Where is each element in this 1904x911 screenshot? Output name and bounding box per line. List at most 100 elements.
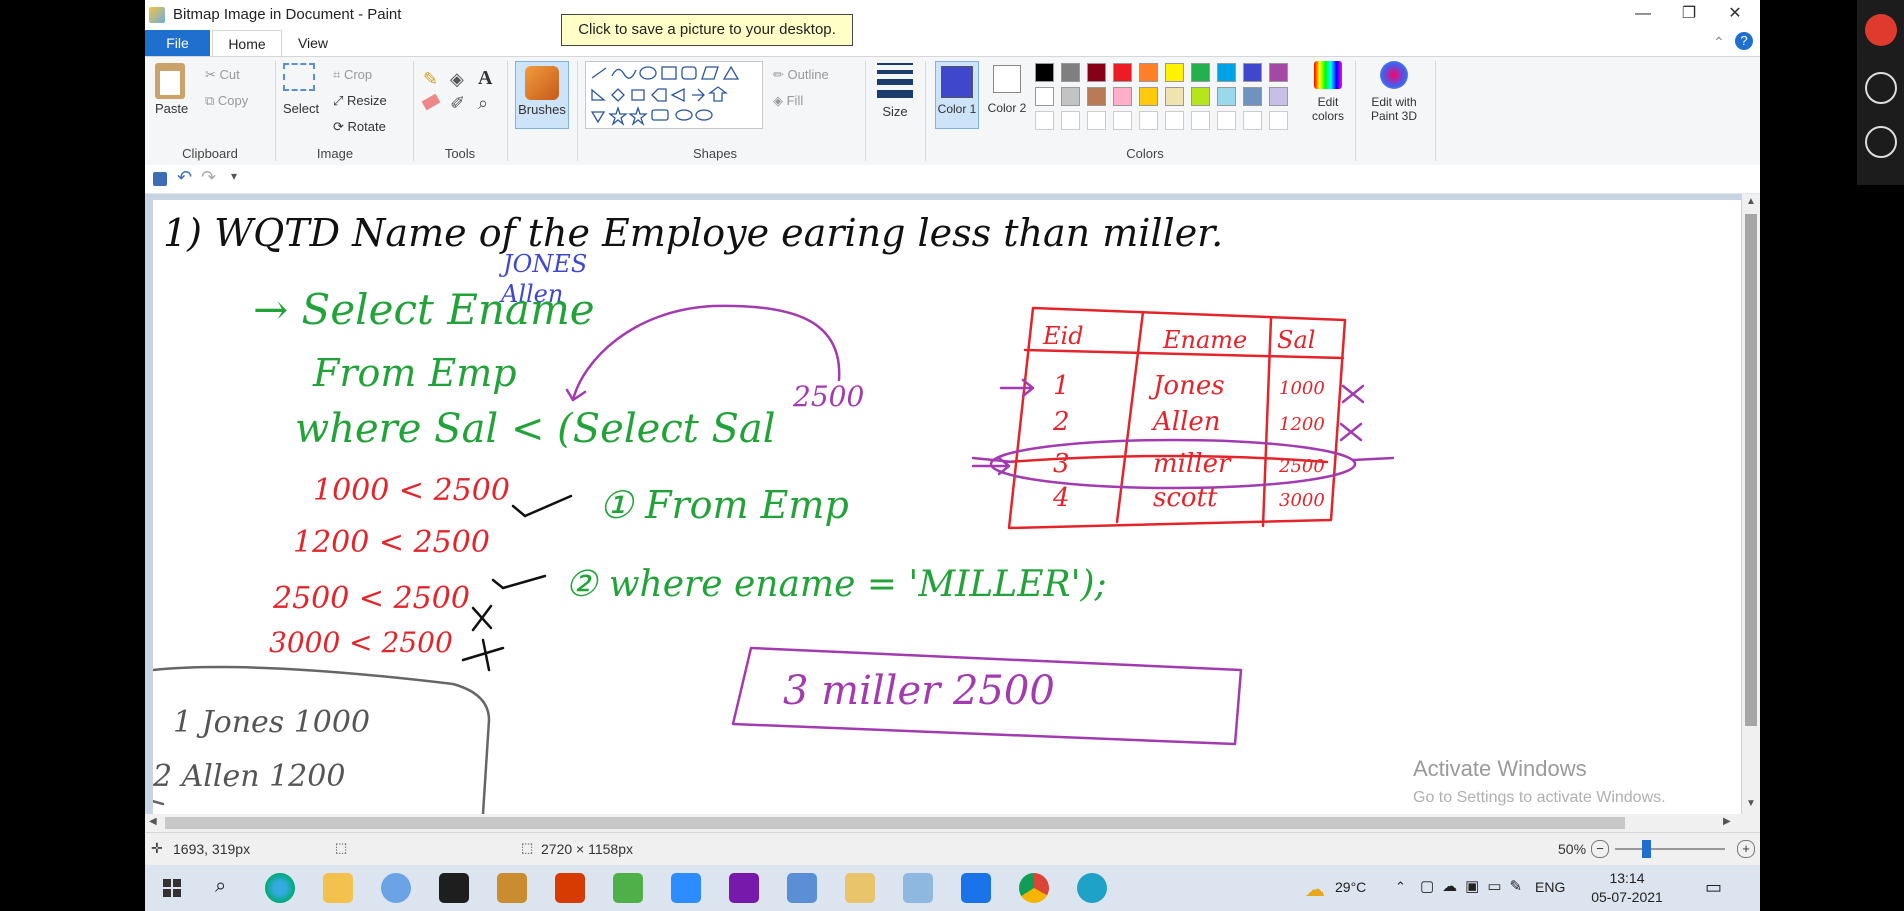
palette-swatch[interactable] (1269, 87, 1288, 106)
palette-swatch[interactable] (1113, 87, 1132, 106)
edge-icon[interactable] (265, 873, 295, 903)
color2-button[interactable]: Color 2 (985, 61, 1029, 129)
drawing-canvas[interactable]: 1) WQTD Name of the Employe earing less … (153, 200, 1741, 814)
raise-hand-icon[interactable] (1865, 126, 1897, 158)
cut-button[interactable]: ✂ Cut (205, 67, 240, 83)
palette-swatch[interactable] (1243, 111, 1262, 130)
copy-button[interactable]: ⧉ Copy (205, 93, 248, 109)
scroll-thumb[interactable] (1745, 214, 1757, 726)
chrome-icon[interactable] (381, 873, 411, 903)
redo-icon[interactable]: ↷ (201, 167, 216, 188)
color-picker-icon[interactable]: ✐ (450, 93, 465, 114)
help-icon[interactable]: ? (1735, 32, 1753, 50)
undo-icon[interactable]: ↶ (177, 167, 192, 188)
palette-swatch[interactable] (1165, 111, 1184, 130)
customize-qat-icon[interactable]: ▾ (231, 169, 237, 183)
text-icon[interactable]: A (478, 67, 492, 90)
photos-icon[interactable] (787, 873, 817, 903)
app-icon[interactable] (613, 873, 643, 903)
tray-chevron-icon[interactable]: ⌃ (1395, 879, 1406, 895)
language-indicator[interactable]: ENG (1535, 879, 1565, 895)
palette-swatch[interactable] (1243, 87, 1262, 106)
palette-swatch[interactable] (1243, 63, 1262, 82)
visualize-icon[interactable] (961, 873, 991, 903)
notification-icon[interactable]: ▭ (1705, 877, 1722, 898)
palette-swatch[interactable] (1087, 111, 1106, 130)
zoom-out-button[interactable]: − (1591, 840, 1609, 858)
palette-swatch[interactable] (1113, 63, 1132, 82)
palette-swatch[interactable] (1269, 111, 1288, 130)
paste-button[interactable]: Paste (155, 63, 191, 116)
scroll-thumb[interactable] (165, 817, 1625, 829)
notepad-icon[interactable] (903, 873, 933, 903)
color-palette[interactable] (1035, 63, 1305, 135)
terminal-icon[interactable] (439, 873, 469, 903)
search-icon[interactable]: ⌕ (215, 875, 226, 898)
collapse-ribbon-icon[interactable]: ⌃ (1713, 34, 1725, 51)
zoom-in-button[interactable]: + (1737, 840, 1755, 858)
color1-button[interactable]: Color 1 (935, 61, 979, 129)
windows-start-icon[interactable] (163, 879, 181, 897)
rotate-button[interactable]: ⟳ Rotate (333, 119, 386, 135)
palette-swatch[interactable] (1217, 111, 1236, 130)
zoom-icon[interactable] (671, 873, 701, 903)
zoom-slider-thumb[interactable] (1642, 840, 1651, 858)
shapes-gallery[interactable] (585, 61, 763, 129)
fill-icon[interactable]: ◈ (450, 69, 464, 90)
paint-icon[interactable] (845, 873, 875, 903)
scroll-down-icon[interactable]: ▼ (1746, 798, 1756, 809)
horizontal-scrollbar[interactable]: ◀ ▶ (145, 814, 1760, 832)
palette-swatch[interactable] (1139, 63, 1158, 82)
select-button[interactable]: Select (283, 63, 323, 116)
vertical-scrollbar[interactable]: ▲ ▼ (1742, 194, 1760, 814)
resize-button[interactable]: ⤢ Resize (333, 93, 387, 109)
outline-button[interactable]: ✏ Outline (773, 67, 829, 83)
palette-swatch[interactable] (1165, 63, 1184, 82)
tab-view[interactable]: View (285, 30, 341, 56)
save-icon[interactable] (153, 172, 167, 186)
window-icon[interactable] (1865, 72, 1897, 104)
tab-file[interactable]: File (145, 30, 210, 56)
scroll-left-icon[interactable]: ◀ (149, 816, 157, 827)
clock-date[interactable]: 05-07-2021 (1587, 889, 1667, 905)
minimize-button[interactable]: — (1620, 0, 1666, 28)
crop-button[interactable]: ⌗ Crop (333, 67, 372, 83)
clock-time[interactable]: 13:14 (1587, 870, 1667, 886)
palette-swatch[interactable] (1113, 111, 1132, 130)
eraser-icon[interactable] (421, 93, 441, 111)
brushes-button[interactable]: Brushes (515, 61, 569, 129)
file-explorer-icon[interactable] (323, 873, 353, 903)
fill-button[interactable]: ◈ Fill (773, 93, 803, 109)
magnifier-icon[interactable]: ⌕ (478, 93, 488, 114)
tab-home[interactable]: Home (212, 30, 282, 57)
palette-swatch[interactable] (1061, 87, 1080, 106)
palette-swatch[interactable] (1061, 111, 1080, 130)
editor-icon[interactable] (497, 873, 527, 903)
restore-button[interactable]: ❐ (1666, 0, 1712, 28)
palette-swatch[interactable] (1087, 63, 1106, 82)
pencil-icon[interactable]: ✎ (423, 69, 438, 90)
scroll-up-icon[interactable]: ▲ (1746, 196, 1756, 207)
zoom-slider-track[interactable] (1615, 848, 1725, 850)
scroll-right-icon[interactable]: ▶ (1723, 816, 1731, 827)
palette-swatch[interactable] (1139, 87, 1158, 106)
tray-icons[interactable]: ▢☁▣▭✎ (1420, 877, 1530, 895)
mute-mic-icon[interactable] (1865, 14, 1897, 46)
palette-swatch[interactable] (1061, 63, 1080, 82)
close-button[interactable]: ✕ (1712, 0, 1758, 28)
edit-paint3d-button[interactable]: Edit with Paint 3D (1359, 61, 1429, 123)
palette-swatch[interactable] (1035, 111, 1054, 130)
palette-swatch[interactable] (1165, 87, 1184, 106)
palette-swatch[interactable] (1191, 111, 1210, 130)
onenote-icon[interactable] (729, 873, 759, 903)
settings-gear-icon[interactable] (1077, 873, 1107, 903)
edit-colors-button[interactable]: Edit colors (1305, 61, 1351, 123)
palette-swatch[interactable] (1269, 63, 1288, 82)
palette-swatch[interactable] (1035, 87, 1054, 106)
chrome-browser-icon[interactable] (1019, 873, 1049, 903)
palette-swatch[interactable] (1139, 111, 1158, 130)
palette-swatch[interactable] (1217, 87, 1236, 106)
palette-swatch[interactable] (1087, 87, 1106, 106)
office-icon[interactable] (555, 873, 585, 903)
palette-swatch[interactable] (1035, 63, 1054, 82)
